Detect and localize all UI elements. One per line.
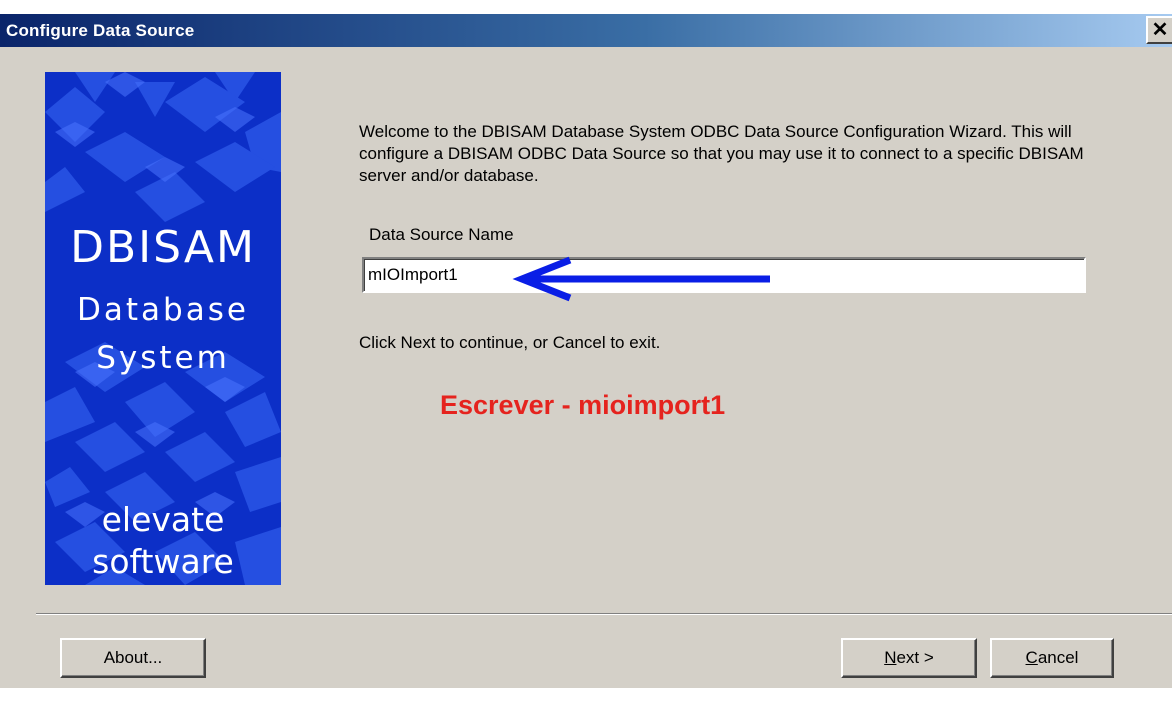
data-source-name-label: Data Source Name <box>369 225 514 244</box>
left-arrow-icon <box>512 256 770 302</box>
next-button-label: ext > <box>896 648 934 667</box>
cancel-accelerator: C <box>1025 648 1038 667</box>
about-button-label: About... <box>103 648 163 667</box>
cancel-button[interactable]: Cancel <box>990 638 1114 678</box>
window-title: Configure Data Source <box>6 21 195 40</box>
banner-software-text: software <box>92 542 234 581</box>
banner-database-text: Database <box>77 292 249 328</box>
cancel-button-label: ancel <box>1037 648 1079 667</box>
separator-line <box>36 613 1172 615</box>
close-icon: ✕ <box>1151 19 1169 41</box>
welcome-message: Welcome to the DBISAM Database System OD… <box>359 122 1084 185</box>
next-button[interactable]: Next > <box>841 638 977 678</box>
banner-elevate-text: elevate <box>101 500 225 539</box>
banner-dbisam-text: DBISAM <box>70 222 256 273</box>
close-button[interactable]: ✕ <box>1146 16 1172 44</box>
next-accelerator: N <box>884 648 897 667</box>
annotation-instruction: Escrever - mioimport1 <box>440 390 726 420</box>
continue-hint: Click Next to continue, or Cancel to exi… <box>359 333 661 352</box>
top-margin <box>0 0 1172 14</box>
dbisam-banner-image: DBISAM Database System elevate software <box>45 72 281 585</box>
configure-data-source-dialog: Configure Data Source ✕ DBISAM Database … <box>0 0 1172 688</box>
banner-system-text: System <box>96 340 230 376</box>
about-button[interactable]: About... <box>60 638 206 678</box>
